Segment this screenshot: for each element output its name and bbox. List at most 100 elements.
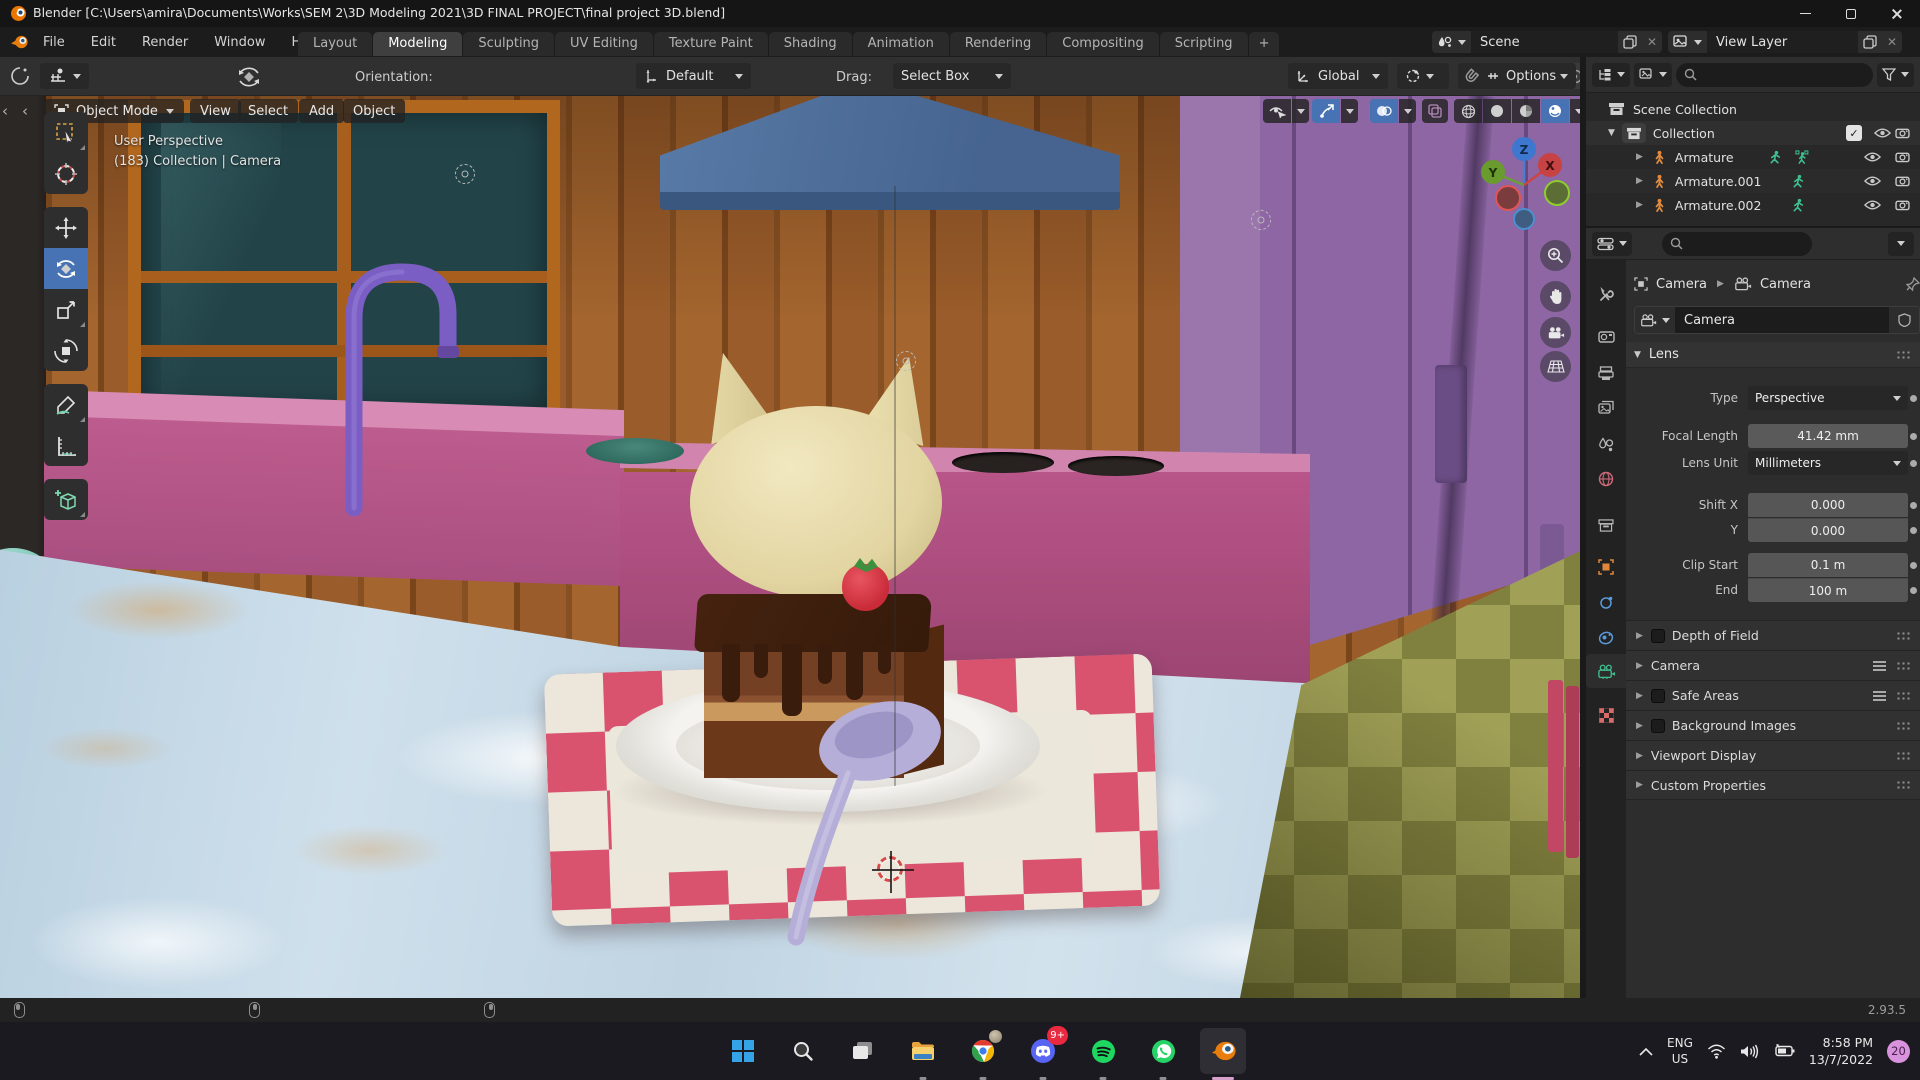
outliner-row-armature[interactable]: ▶ Armature [1586,145,1920,169]
section-custom-properties[interactable]: ▶ Custom Properties [1626,770,1920,800]
whatsapp-button[interactable] [1140,1028,1186,1074]
section-camera[interactable]: ▶ Camera [1626,650,1920,680]
tab-scripting[interactable]: Scripting [1160,32,1248,56]
remove-view-layer-button[interactable]: ✕ [1882,31,1902,53]
focal-length-field[interactable]: 41.42 mm [1748,424,1908,448]
expand-icon[interactable]: ▶ [1636,176,1643,186]
camera-data-browse-button[interactable] [1635,307,1675,333]
tool-add-cube[interactable] [44,479,88,520]
minimize-button[interactable] [1782,0,1828,27]
task-view-button[interactable] [840,1028,886,1074]
outliner-search-input[interactable] [1676,63,1873,87]
viewport-menu-select[interactable]: Select [238,99,298,123]
maximize-button[interactable] [1828,0,1874,27]
overlays-dropdown[interactable] [1399,99,1416,123]
close-button[interactable] [1874,0,1920,27]
scene-green-plate[interactable] [586,438,684,464]
render-camera-icon[interactable] [1892,199,1912,211]
viewport-ortho-button[interactable] [1540,351,1571,382]
show-hidden-icons-chevron[interactable] [1639,1047,1653,1056]
file-explorer-button[interactable] [900,1028,946,1074]
expand-icon[interactable]: ▼ [1608,128,1615,138]
depth-of-field-checkbox[interactable] [1651,629,1665,643]
discord-button[interactable]: 9+ [1020,1028,1066,1074]
viewport-menu-add[interactable]: Add [299,99,344,123]
lens-unit-dropdown[interactable]: Millimeters [1748,451,1908,475]
tool-rotate[interactable] [44,248,88,289]
xray-toggle-button[interactable] [1422,99,1448,123]
language-indicator[interactable]: ENG US [1667,1035,1693,1067]
preset-list-icon[interactable] [1873,691,1886,701]
shift-x-field[interactable]: 0.000 [1748,493,1908,517]
expand-icon[interactable]: ▶ [1636,152,1643,162]
tab-texture-paint[interactable]: Texture Paint [654,32,768,56]
tool-scale[interactable] [44,289,88,330]
view-layer-name[interactable]: View Layer [1707,35,1858,50]
section-safe-areas[interactable]: ▶ Safe Areas [1626,680,1920,710]
transform-orientation-dropdown[interactable]: Global [1288,63,1388,89]
animate-dot[interactable] [1910,433,1917,440]
shading-dropdown[interactable] [1570,99,1580,123]
drag-dots-icon[interactable] [1896,631,1912,641]
outliner-row-armature-002[interactable]: ▶ Armature.002 [1586,193,1920,217]
region-chevron-icon[interactable]: ‹ [22,102,28,120]
drag-dropdown[interactable]: Select Box [893,63,1011,89]
tab-output[interactable] [1586,356,1626,390]
viewport-menu-view[interactable]: View [190,99,241,123]
hide-eye-icon[interactable] [1862,199,1882,211]
render-camera-icon[interactable] [1892,127,1912,139]
start-button[interactable] [720,1028,766,1074]
lens-type-dropdown[interactable]: Perspective [1748,386,1908,410]
tab-object[interactable] [1586,550,1626,584]
hide-eye-icon[interactable] [1872,127,1892,139]
shading-material-button[interactable] [1512,99,1540,123]
scene-burner[interactable] [1068,456,1164,476]
background-images-checkbox[interactable] [1651,719,1665,733]
scene-spoon[interactable] [770,691,970,961]
gizmo-y-neg[interactable] [1545,181,1569,205]
drag-dots-icon[interactable] [1896,691,1912,701]
render-camera-icon[interactable] [1892,175,1912,187]
scene-chair-bar[interactable] [1566,686,1579,858]
fake-user-shield-button[interactable] [1889,307,1919,333]
tab-collection[interactable] [1586,508,1626,542]
blender-taskbar-button[interactable] [1200,1028,1246,1074]
tab-scene[interactable] [1586,428,1626,462]
tab-object-data[interactable] [1586,654,1626,688]
drag-dots-icon[interactable] [1896,780,1912,790]
add-workspace-button[interactable]: + [1249,32,1280,56]
tab-layout[interactable]: Layout [298,32,372,56]
animate-dot[interactable] [1910,562,1917,569]
tab-render[interactable] [1586,320,1626,354]
properties-search-input[interactable] [1662,232,1812,256]
tool-transform[interactable] [44,330,88,371]
view-layer-browse-button[interactable] [1668,31,1707,53]
outliner-row-armature-001[interactable]: ▶ Armature.001 [1586,169,1920,193]
tool-annotate[interactable] [44,384,88,425]
tab-physics[interactable] [1586,586,1626,620]
hide-eye-icon[interactable] [1862,175,1882,187]
scene-purple-drawer[interactable] [1435,365,1467,483]
camera-name-input[interactable]: Camera [1675,313,1889,328]
tab-uv-editing[interactable]: UV Editing [555,32,653,56]
volume-icon[interactable] [1740,1044,1759,1059]
viewport-menu-object[interactable]: Object [343,99,405,123]
viewport-zoom-button[interactable] [1540,240,1571,271]
animate-dot[interactable] [1910,502,1917,509]
properties-editor-type-button[interactable] [1592,232,1632,256]
drag-dots-icon[interactable] [1896,661,1912,671]
pin-icon[interactable] [1905,277,1920,292]
light-gizmo-icon[interactable] [455,164,475,184]
battery-icon[interactable] [1773,1044,1795,1058]
outliner-editor-type-button[interactable] [1592,63,1630,87]
notification-count-badge[interactable]: 20 [1887,1040,1910,1063]
outliner-row-scene-collection[interactable]: Scene Collection [1586,97,1920,121]
orientation-dropdown[interactable]: Default [636,63,751,89]
tab-animation[interactable]: Animation [853,32,949,56]
shading-wireframe-button[interactable] [1454,99,1482,123]
menu-render[interactable]: Render [129,27,201,57]
outliner-display-mode-button[interactable] [1634,63,1672,87]
shading-solid-button[interactable] [1483,99,1511,123]
expand-icon[interactable]: ▶ [1636,200,1643,210]
shading-rendered-button[interactable] [1541,99,1569,123]
